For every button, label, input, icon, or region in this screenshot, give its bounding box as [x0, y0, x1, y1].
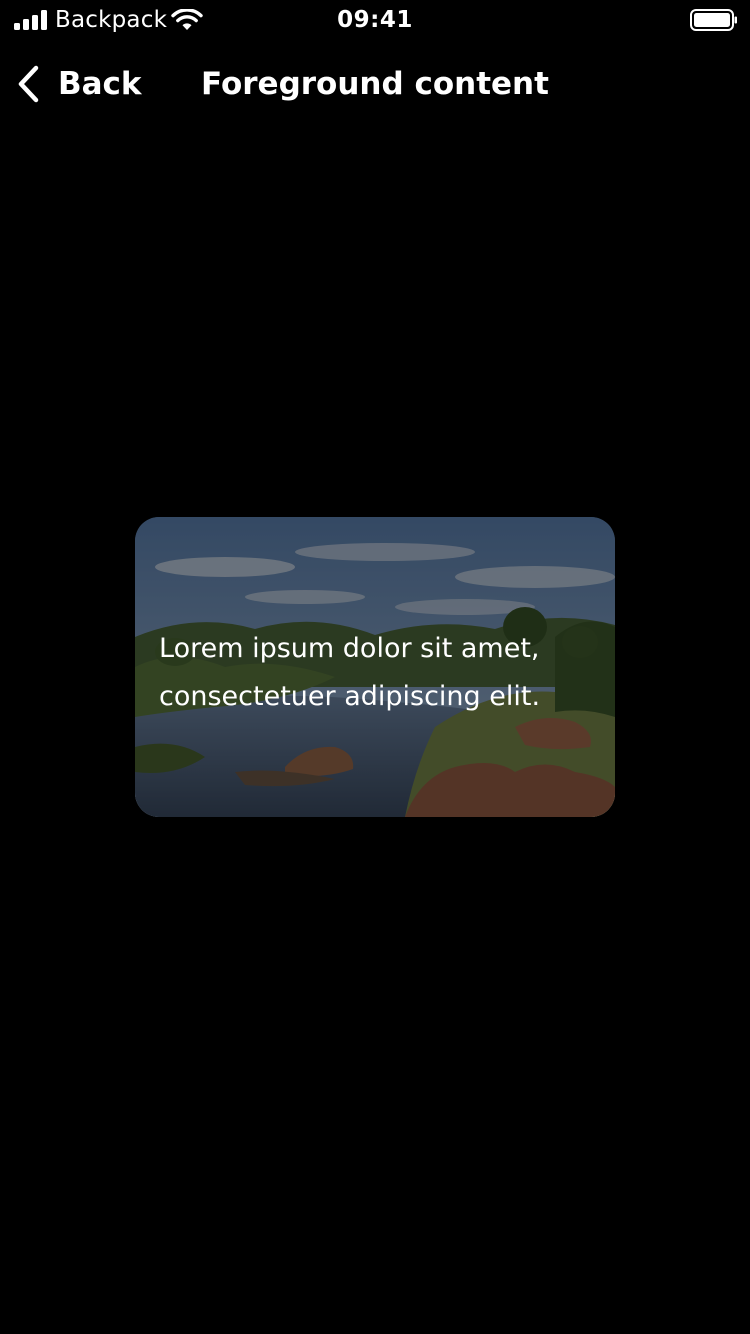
status-time: 09:41 — [337, 7, 413, 33]
back-button-label: Back — [58, 66, 142, 102]
foreground-text: Lorem ipsum dolor sit amet, consectetuer… — [159, 633, 541, 712]
chevron-left-icon — [18, 65, 39, 103]
status-bar: Backpack 09:41 — [0, 0, 750, 40]
navigation-bar: Foreground content Back — [0, 50, 750, 120]
back-button[interactable]: Back — [14, 60, 142, 108]
image-card: Lorem ipsum dolor sit amet, consectetuer… — [135, 517, 615, 817]
battery-full-icon — [690, 9, 737, 31]
